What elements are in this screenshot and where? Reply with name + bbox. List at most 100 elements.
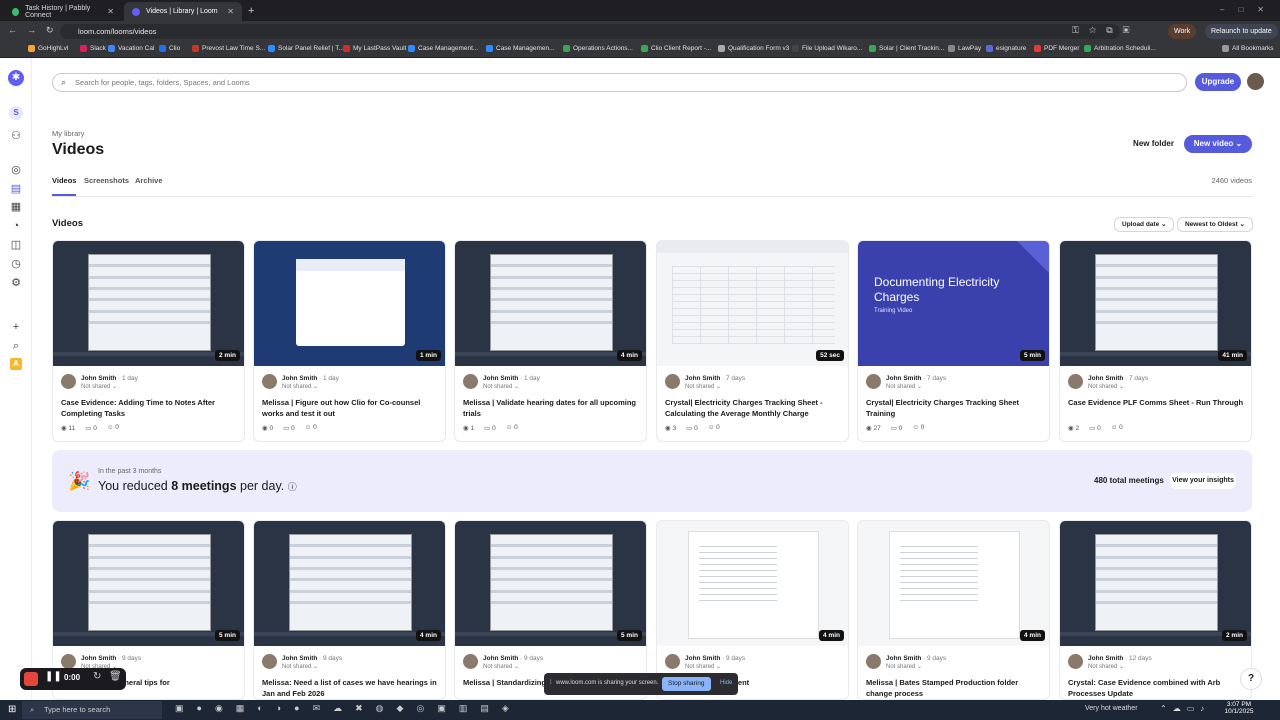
avatar[interactable] xyxy=(1068,654,1083,669)
view-insights-button[interactable]: View your insights xyxy=(1170,473,1236,489)
search-input[interactable]: ⌕ Search for people, tags, folders, Spac… xyxy=(52,73,1187,92)
avatar[interactable] xyxy=(665,654,680,669)
avatar[interactable] xyxy=(61,654,76,669)
tab-archive[interactable]: Archive xyxy=(135,176,163,185)
bookmark-item[interactable]: Clio xyxy=(159,45,180,52)
calendar-icon[interactable]: ▦ xyxy=(10,201,22,213)
avatar[interactable] xyxy=(1068,374,1083,389)
avatar[interactable] xyxy=(866,654,881,669)
video-card[interactable]: Documenting Electricity Charges Training … xyxy=(857,240,1050,442)
url-bar[interactable]: loom.com/looms/videos xyxy=(60,24,1120,39)
video-title[interactable]: Melissa | Validate hearing dates for all… xyxy=(463,397,641,419)
share-status[interactable]: Not shared ⌄ xyxy=(1088,663,1124,670)
bookmark-item[interactable]: esignature xyxy=(986,45,1026,52)
all-bookmarks[interactable]: All Bookmarks xyxy=(1222,45,1274,52)
video-thumbnail[interactable]: 2 min xyxy=(53,241,244,366)
video-card[interactable]: 4 min John Smith · 9 days Not shared ⌄ Melis… xyxy=(857,520,1050,700)
tab-videos[interactable]: Videos xyxy=(52,176,76,185)
video-thumbnail[interactable]: Documenting Electricity Charges Training … xyxy=(858,241,1049,366)
avatar[interactable] xyxy=(665,374,680,389)
pause-icon[interactable]: ❚❚ xyxy=(45,671,62,682)
bookmark-item[interactable]: Solar | Client Trackin... xyxy=(869,45,944,52)
browser-tab-pabbly[interactable]: Task History | Pabbly Connect ✕ xyxy=(4,2,122,21)
author-name[interactable]: John Smith xyxy=(282,375,317,382)
bookmark-item[interactable]: Qualification Form v3 xyxy=(718,45,789,52)
new-folder-button[interactable]: New folder xyxy=(1127,135,1180,153)
avatar[interactable] xyxy=(866,374,881,389)
video-thumbnail[interactable]: 4 min xyxy=(858,521,1049,646)
breadcrumb[interactable]: My library xyxy=(52,129,85,138)
toolbar-icons[interactable]: ⚿☆⧉▣ xyxy=(1072,25,1139,36)
stop-recording-button[interactable] xyxy=(24,672,38,686)
author-name[interactable]: John Smith xyxy=(81,655,116,662)
share-status[interactable]: Not shared ⌄ xyxy=(483,663,519,670)
author-name[interactable]: John Smith xyxy=(1088,375,1123,382)
library-icon[interactable]: ▤ xyxy=(10,183,22,195)
video-thumbnail[interactable]: 4 min xyxy=(657,521,848,646)
browser-tab-loom[interactable]: Videos | Library | Loom ✕ xyxy=(124,2,242,21)
video-thumbnail[interactable]: 5 min xyxy=(455,521,646,646)
help-button[interactable]: ? xyxy=(1240,668,1262,690)
avatar[interactable] xyxy=(463,374,478,389)
upgrade-button[interactable]: Upgrade xyxy=(1195,73,1241,91)
video-title[interactable]: Crystal| Electricity Charges Tracking Sh… xyxy=(866,397,1044,419)
avatar[interactable] xyxy=(262,374,277,389)
share-status[interactable]: Not shared ⌄ xyxy=(685,663,721,670)
notifications-icon[interactable]: ◔ xyxy=(10,220,22,232)
account-badge-icon[interactable]: A xyxy=(10,358,22,370)
new-tab-button[interactable]: + xyxy=(248,5,254,17)
window-controls[interactable]: –□✕ xyxy=(1220,5,1278,14)
add-icon[interactable]: + xyxy=(10,321,22,333)
author-name[interactable]: John Smith xyxy=(685,375,720,382)
video-card[interactable]: 4 min John Smith · 1 day Not shared ⌄ Meliss… xyxy=(454,240,647,442)
share-status[interactable]: Not shared ⌄ xyxy=(81,383,117,390)
author-name[interactable]: John Smith xyxy=(685,655,720,662)
video-title[interactable]: Crystal: Case Evidence combined with Arb… xyxy=(1068,677,1246,699)
profile-chip[interactable]: Work xyxy=(1168,24,1197,39)
bookmark-item[interactable]: Case Managemen... xyxy=(486,45,555,52)
bookmark-item[interactable]: PDF Merger xyxy=(1034,45,1079,52)
search-icon[interactable]: ⌕ xyxy=(10,340,22,352)
bookmark-item[interactable]: Clio Client Report -... xyxy=(641,45,711,52)
restart-icon[interactable]: ↻ xyxy=(93,671,101,682)
invite-people-icon[interactable]: ⚇ xyxy=(10,130,22,142)
author-name[interactable]: John Smith xyxy=(886,375,921,382)
drag-handle-icon[interactable]: ⁞ xyxy=(550,680,552,686)
video-title[interactable]: Case Evidence PLF Comms Sheet - Run Thro… xyxy=(1068,397,1246,408)
bookmark-item[interactable]: File Upload Wikaro... xyxy=(792,45,862,52)
settings-icon[interactable]: ⚙ xyxy=(10,277,22,289)
video-card[interactable]: 1 min John Smith · 1 day Not shared ⌄ Meliss… xyxy=(253,240,446,442)
video-card[interactable]: 4 min John Smith · 9 days Not shared ⌄ Melis… xyxy=(253,520,446,700)
bookmark-item[interactable]: Case Management... xyxy=(408,45,478,52)
bookmark-item[interactable]: Solar Panel Relief | T... xyxy=(268,45,344,52)
share-status[interactable]: Not shared ⌄ xyxy=(282,663,318,670)
share-status[interactable]: Not shared ⌄ xyxy=(282,383,318,390)
author-name[interactable]: John Smith xyxy=(886,655,921,662)
history-icon[interactable]: ◷ xyxy=(10,258,22,270)
video-thumbnail[interactable]: 4 min xyxy=(455,241,646,366)
share-status[interactable]: Not shared ⌄ xyxy=(1088,383,1124,390)
share-status[interactable]: Not shared ⌄ xyxy=(685,383,721,390)
trash-icon[interactable]: 🗑 xyxy=(109,671,122,682)
new-video-button[interactable]: New video ⌄ xyxy=(1184,135,1252,153)
author-name[interactable]: John Smith xyxy=(81,375,116,382)
author-name[interactable]: John Smith xyxy=(483,655,518,662)
video-title[interactable]: Melissa | Bates Stamped Production folde… xyxy=(866,677,1044,699)
taskbar-apps[interactable]: ▣●◉▦◐◑●✉☁✖◍◆◎▣▥▤◈ xyxy=(175,703,522,714)
author-name[interactable]: John Smith xyxy=(1088,655,1123,662)
video-card[interactable]: 52 sec John Smith · 7 days Not shared ⌄ Crys… xyxy=(656,240,849,442)
windows-start-icon[interactable]: ⊞ xyxy=(8,704,16,715)
video-thumbnail[interactable]: 52 sec xyxy=(657,241,848,366)
relaunch-button[interactable]: Relaunch to update xyxy=(1205,24,1278,39)
sort-order-dropdown[interactable]: Newest to Oldest ⌄ xyxy=(1177,217,1253,232)
share-status[interactable]: Not shared ⌄ xyxy=(886,663,922,670)
profile-icon[interactable]: ◎ xyxy=(10,164,22,176)
clock[interactable]: 3:07 PM 10/1/2025 xyxy=(1222,701,1256,715)
loom-logo-icon[interactable]: ✱ xyxy=(8,70,24,86)
bookmark-item[interactable]: Arbitration Scheduli... xyxy=(1084,45,1156,52)
bookmark-item[interactable]: Vacation Cal xyxy=(108,45,154,52)
bookmark-icon[interactable]: ◫ xyxy=(10,239,22,251)
bookmark-item[interactable]: Prevost Law Time S... xyxy=(192,45,265,52)
workspace-icon[interactable]: S xyxy=(9,106,23,120)
info-icon[interactable]: ⓘ xyxy=(288,482,297,492)
